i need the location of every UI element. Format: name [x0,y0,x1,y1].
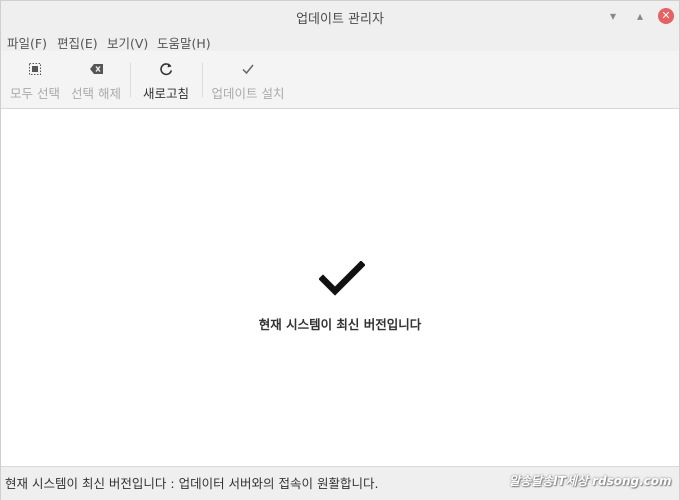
update-manager-window: 업데이트 관리자 ▾ ▴ ✕ 파일(F) 편집(E) 보기(V) 도움말(H) … [0,0,680,500]
status-text: 현재 시스템이 최신 버전입니다 : 업데이터 서버와의 접속이 원활합니다. [5,476,379,491]
select-all-label: 모두 선택 [10,86,60,101]
deselect-label: 선택 해제 [71,86,121,101]
menu-bar: 파일(F) 편집(E) 보기(V) 도움말(H) [1,31,679,51]
window-title: 업데이트 관리자 [296,12,384,27]
checkmark-icon [318,260,366,297]
refresh-icon [135,60,197,78]
refresh-button[interactable]: 새로고침 [135,51,197,108]
install-updates-label: 업데이트 설치 [211,86,285,101]
close-button[interactable]: ✕ [658,8,674,24]
select-all-button[interactable]: 모두 선택 [3,51,67,108]
watermark: 알송달송IT세상 rdsong.com [509,474,672,488]
checkmark-icon [206,60,290,78]
maximize-button[interactable]: ▴ [631,7,649,25]
menu-file[interactable]: 파일(F) [7,33,47,52]
menu-help[interactable]: 도움말(H) [157,33,211,52]
status-bar: 현재 시스템이 최신 버전입니다 : 업데이터 서버와의 접속이 원활합니다. … [1,466,679,500]
toolbar: 모두 선택 선택 해제 새로고침 업데이트 설치 [1,51,679,109]
toolbar-separator [202,63,203,97]
install-updates-button[interactable]: 업데이트 설치 [206,51,290,108]
backspace-icon [65,60,127,78]
deselect-button[interactable]: 선택 해제 [65,51,127,108]
up-to-date-message: 현재 시스템이 최신 버전입니다 [258,317,422,332]
minimize-button[interactable]: ▾ [604,7,622,25]
main-content: 현재 시스템이 최신 버전입니다 [1,109,679,466]
title-bar[interactable]: 업데이트 관리자 ▾ ▴ ✕ [1,1,679,31]
select-all-icon [3,60,67,78]
menu-view[interactable]: 보기(V) [107,33,148,52]
toolbar-separator [130,63,131,97]
menu-edit[interactable]: 편집(E) [57,33,98,52]
refresh-label: 새로고침 [142,86,189,101]
